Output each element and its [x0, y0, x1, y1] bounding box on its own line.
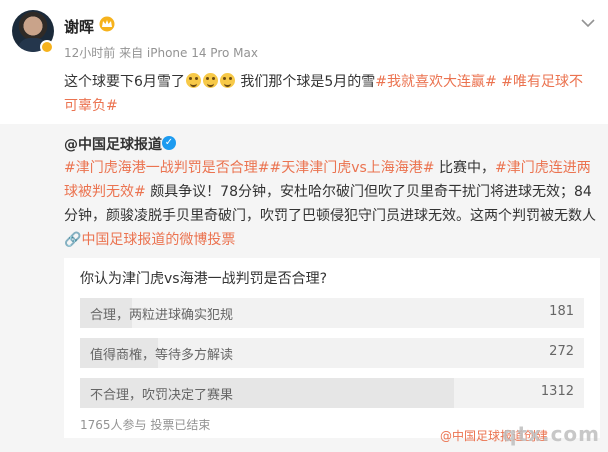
- laugh-cry-emoji-icon: [219, 73, 235, 88]
- vote-option-label: 合理，两粒进球确实犯规: [90, 308, 234, 323]
- vote-option-label: 值得商榷，等待多方解读: [90, 348, 234, 363]
- vote-option-count: 181: [549, 304, 574, 319]
- vote-question: 你认为津门虎vs海港一战判罚是否合理?: [80, 271, 328, 287]
- vote-card: 你认为津门虎vs海港一战判罚是否合理? 合理，两粒进球确实犯规 181 值得商榷…: [64, 258, 600, 438]
- repost-username[interactable]: @中国足球报道: [64, 134, 162, 154]
- post-meta: 12小时前 来自 iPhone 14 Pro Max: [64, 46, 258, 60]
- laugh-cry-emoji-icon: [202, 73, 218, 88]
- post-text-middle: 我们那个球是5月的雪: [240, 74, 376, 90]
- watermark: @中国足球报道创建 qtx.com: [428, 418, 608, 452]
- weibo-post: 谢晖 12小时前 来自 iPhone 14 Pro Max 这个球要下6月雪了 …: [0, 0, 608, 124]
- hashtag-link[interactable]: #津门虎海港一战判罚是否合理#: [64, 160, 269, 176]
- site-logo: qtx.com: [502, 422, 600, 446]
- reposted-content: @中国足球报道 ✓ #津门虎海港一战判罚是否合理##天津津门虎vs上海海港# 比…: [0, 124, 608, 452]
- repost-text-part: 比赛中，: [438, 160, 495, 176]
- hashtag-link[interactable]: #我就喜欢大连赢#: [375, 74, 496, 90]
- laugh-cry-emoji-icon: [185, 73, 201, 88]
- hashtag-link[interactable]: #天津津门虎vs上海海港#: [269, 160, 434, 176]
- vote-option-count: 272: [549, 344, 574, 359]
- vip-crown-icon: [99, 16, 115, 32]
- vote-option[interactable]: 不合理，吹罚决定了赛果 1312: [80, 378, 584, 408]
- post-text-start: 这个球要下6月雪了: [64, 74, 185, 90]
- vote-link[interactable]: 中国足球报道的微博投票: [81, 232, 235, 248]
- verified-badge-icon: [40, 40, 54, 54]
- verified-check-icon: ✓: [162, 136, 176, 150]
- vote-footer: 1765人参与 投票已结束: [80, 418, 211, 432]
- vote-option-count: 1312: [540, 384, 574, 399]
- link-icon: 🔗: [64, 232, 82, 248]
- chevron-down-icon[interactable]: [580, 18, 596, 28]
- repost-text: #津门虎海港一战判罚是否合理##天津津门虎vs上海海港# 比赛中，#津门虎连进两…: [64, 156, 604, 252]
- vote-option[interactable]: 合理，两粒进球确实犯规 181: [80, 298, 584, 328]
- vote-option-label: 不合理，吹罚决定了赛果: [90, 388, 234, 403]
- post-text: 这个球要下6月雪了 我们那个球是5月的雪#我就喜欢大连赢# #唯有足球不可辜负#: [64, 70, 596, 118]
- vote-option[interactable]: 值得商榷，等待多方解读 272: [80, 338, 584, 368]
- post-username[interactable]: 谢晖: [64, 16, 94, 37]
